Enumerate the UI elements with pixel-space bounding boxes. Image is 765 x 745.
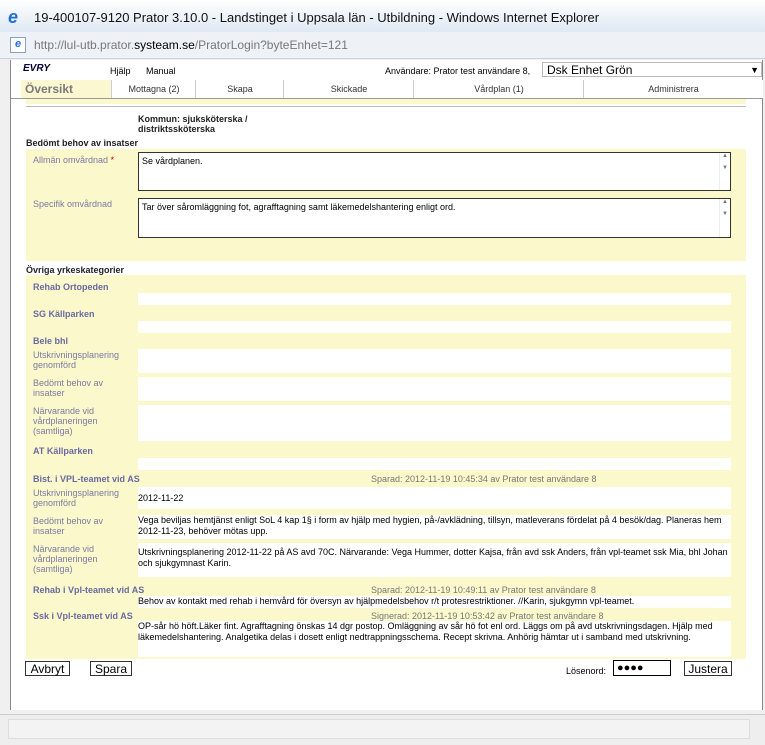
window-title: 19-400107-9120 Prator 3.10.0 - Landsting… <box>34 10 600 25</box>
tab-oversikt[interactable]: Översikt <box>21 80 111 98</box>
password-label: Lösenord: <box>566 666 607 676</box>
required-marker: * <box>110 155 115 165</box>
page-icon: e <box>10 37 26 53</box>
rehab-saved-info: Sparad: 2012-11-19 10:49:11 av Prator te… <box>371 585 596 595</box>
status-text-area <box>8 719 750 739</box>
allman-label: Allmän omvårdnad * <box>33 155 115 165</box>
specifik-value: Tar över såromläggning fot, agrafftagnin… <box>142 202 456 212</box>
bele-utskrivning-label: Utskrivningsplanering genomförd <box>33 350 120 370</box>
sg-kallparken-field <box>138 321 731 333</box>
group-sg-kallparken: SG Källparken <box>33 309 95 319</box>
bist-bedomt-label: Bedömt behov av insatser <box>33 516 104 536</box>
unit-select-value: Dsk Enhet Grön <box>547 63 633 77</box>
bele-utskrivning-field <box>138 349 731 373</box>
ssk-signed-info: Signerad: 2012-11-19 10:53:42 av Prator … <box>371 611 604 621</box>
bist-bedomt-value: Vega beviljas hemtjänst enligt SoL 4 kap… <box>138 515 731 539</box>
unit-select[interactable]: Dsk Enhet Grön ▼ <box>542 62 762 77</box>
window-titlebar: e 19-400107-9120 Prator 3.10.0 - Landsti… <box>0 0 765 33</box>
bele-bedomt-label: Bedömt behov av insatser <box>33 378 104 398</box>
manual-link[interactable]: Manual <box>146 66 176 76</box>
app-frame: EVRY Hjälp Manual Användare: Prator test… <box>10 60 763 710</box>
group-at-kallparken: AT Källparken <box>33 446 93 456</box>
ssk-vpl-value: OP-sår hö höft.Läker fint. Agrafftagning… <box>138 621 731 657</box>
bele-narvarande-field <box>138 405 731 441</box>
tab-skapa[interactable]: Skapa <box>195 80 284 98</box>
bist-saved-info: Sparad: 2012-11-19 10:45:34 av Prator te… <box>371 474 597 484</box>
address-bar[interactable]: e http://lul-utb.prator.systeam.se/Prato… <box>0 32 765 59</box>
ovriga-header: Övriga yrkeskategorier <box>26 265 125 275</box>
allman-value: Se vårdplanen. <box>142 156 203 166</box>
group-rehab-vpl: Rehab i Vpl-teamet vid AS <box>33 585 145 595</box>
group-bist-vpl: Bist. i VPL-teamet vid AS <box>33 474 140 484</box>
scrollbar[interactable]: ▲ ▼ <box>719 199 730 237</box>
cut-off-row <box>26 99 746 104</box>
ie-logo-icon: e <box>8 7 19 27</box>
chevron-down-icon: ▼ <box>750 65 759 75</box>
status-bar <box>0 714 765 745</box>
at-kallparken-field <box>138 458 731 470</box>
rehab-ortopeden-field <box>138 293 731 305</box>
kommun-label: Kommun: sjuksköterska / distriktssköters… <box>138 114 248 134</box>
bist-narvarande-label: Närvarande vid vårdplaneringen (samtliga… <box>33 544 98 574</box>
cancel-button[interactable]: Avbryt <box>25 661 70 676</box>
specifik-label: Specifik omvårdnad <box>33 199 113 209</box>
evry-logo: EVRY <box>23 63 51 74</box>
password-input[interactable]: ●●●● <box>613 660 671 676</box>
help-link[interactable]: Hjälp <box>110 66 131 76</box>
tab-vardplan[interactable]: Vårdplan (1) <box>413 80 584 98</box>
tab-bar: Översikt Mottagna (2) Skapa Skickade Vår… <box>11 80 763 99</box>
bedomt-header: Bedömt behov av insatser <box>26 138 139 148</box>
form-content: Kommun: sjuksköterska / distriktssköters… <box>11 99 762 659</box>
group-ssk-vpl: Ssk i Vpl-teamet vid AS <box>33 611 133 621</box>
bele-narvarande-label: Närvarande vid vårdplaneringen (samtliga… <box>33 406 98 436</box>
tab-administrera[interactable]: Administrera <box>583 80 763 98</box>
group-bele-bhl: Bele bhl <box>33 336 69 346</box>
top-menu: EVRY Hjälp Manual Användare: Prator test… <box>11 60 762 80</box>
group-rehab-ortopeden: Rehab Ortopeden <box>33 282 109 292</box>
tab-mottagna[interactable]: Mottagna (2) <box>111 80 196 98</box>
bele-bedomt-field <box>138 377 731 401</box>
save-button[interactable]: Spara <box>90 661 132 676</box>
address-url[interactable]: http://lul-utb.prator.systeam.se/PratorL… <box>34 38 348 52</box>
bist-utskrivning-label: Utskrivningsplanering genomförd <box>33 488 120 508</box>
scrollbar[interactable]: ▲ ▼ <box>719 153 730 190</box>
tab-skickade[interactable]: Skickade <box>283 80 414 98</box>
allman-textarea[interactable]: Se vårdplanen. ▲ ▼ <box>138 152 731 191</box>
specifik-textarea[interactable]: Tar över såromläggning fot, agrafftagnin… <box>138 198 731 238</box>
user-info: Användare: Prator test användare 8, <box>385 66 531 76</box>
rehab-vpl-value: Behov av kontakt med rehab i hemvård för… <box>138 596 731 608</box>
bist-utskrivning-value: 2012-11-22 <box>138 487 731 509</box>
divider <box>26 106 746 107</box>
action-bar: Avbryt Spara Lösenord: ●●●● Justera <box>11 659 762 679</box>
adjust-button[interactable]: Justera <box>684 661 732 676</box>
bist-narvarande-value: Utskrivningsplanering 2012-11-22 på AS a… <box>138 543 731 577</box>
